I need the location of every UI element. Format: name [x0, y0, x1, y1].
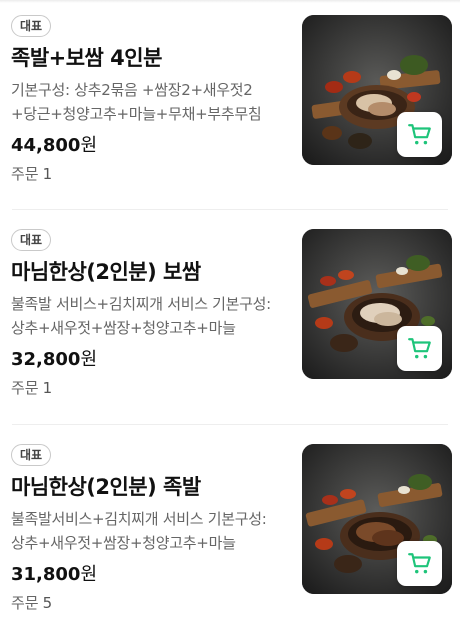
order-count-label: 주문: [11, 165, 39, 183]
price-value: 32,800: [11, 349, 81, 370]
order-count-label: 주문: [11, 594, 39, 612]
menu-item-price: 31,800원: [11, 560, 97, 586]
price-unit: 원: [80, 564, 98, 585]
price-value: 44,800: [11, 135, 81, 156]
order-count-label: 주문: [11, 379, 39, 397]
cart-icon: [407, 123, 431, 144]
price-value: 31,800: [11, 564, 81, 585]
add-to-cart-button[interactable]: [397, 112, 442, 157]
signature-badge: 대표: [11, 444, 52, 466]
divider: [12, 424, 448, 425]
order-count: 주문 1: [11, 377, 52, 398]
add-to-cart-button[interactable]: [397, 326, 442, 371]
order-count-value: 1: [42, 379, 53, 397]
price-unit: 원: [80, 135, 98, 156]
menu-item[interactable]: 대표 마님한상(2인분) 족발 불족발서비스+김치찌개 서비스 기본구성: 상추…: [0, 424, 460, 618]
menu-item-description: 불족발서비스+김치찌개 서비스 기본구성: 상추+새우젓+쌈장+청양고추+마늘: [11, 510, 267, 552]
menu-item-price: 44,800원: [11, 131, 97, 157]
menu-item-description: 기본구성: 상추2묶음 +쌈장2+새우젓2+당근+청양고추+마늘+무채+부추무침: [11, 81, 262, 123]
menu-item-title: 족발+보쌈 4인분: [11, 46, 162, 70]
menu-item[interactable]: 대표 마님한상(2인분) 보쌈 불족발 서비스+김치찌개 서비스 기본구성: 상…: [0, 209, 460, 428]
menu-item-price: 32,800원: [11, 345, 97, 371]
food-photo-icon[interactable]: [302, 444, 452, 594]
order-count-value: 1: [42, 165, 53, 183]
food-photo-icon[interactable]: [302, 15, 452, 165]
menu-item-title: 마님한상(2인분) 족발: [11, 475, 201, 499]
menu-item-description: 불족발 서비스+김치찌개 서비스 기본구성: 상추+새우젓+쌈장+청양고추+마늘: [11, 295, 271, 337]
cart-icon: [407, 552, 431, 573]
menu-item-title: 마님한상(2인분) 보쌈: [11, 260, 201, 284]
order-count: 주문 5: [11, 592, 52, 613]
price-unit: 원: [80, 349, 98, 370]
menu-item[interactable]: 대표 족발+보쌈 4인분 기본구성: 상추2묶음 +쌈장2+새우젓2+당근+청양…: [0, 0, 460, 214]
add-to-cart-button[interactable]: [397, 541, 442, 586]
food-photo-icon[interactable]: [302, 229, 452, 379]
signature-badge: 대표: [11, 15, 52, 37]
order-count: 주문 1: [11, 163, 52, 184]
order-count-value: 5: [42, 594, 53, 612]
signature-badge: 대표: [11, 229, 52, 251]
divider: [12, 209, 448, 210]
cart-icon: [407, 337, 431, 358]
